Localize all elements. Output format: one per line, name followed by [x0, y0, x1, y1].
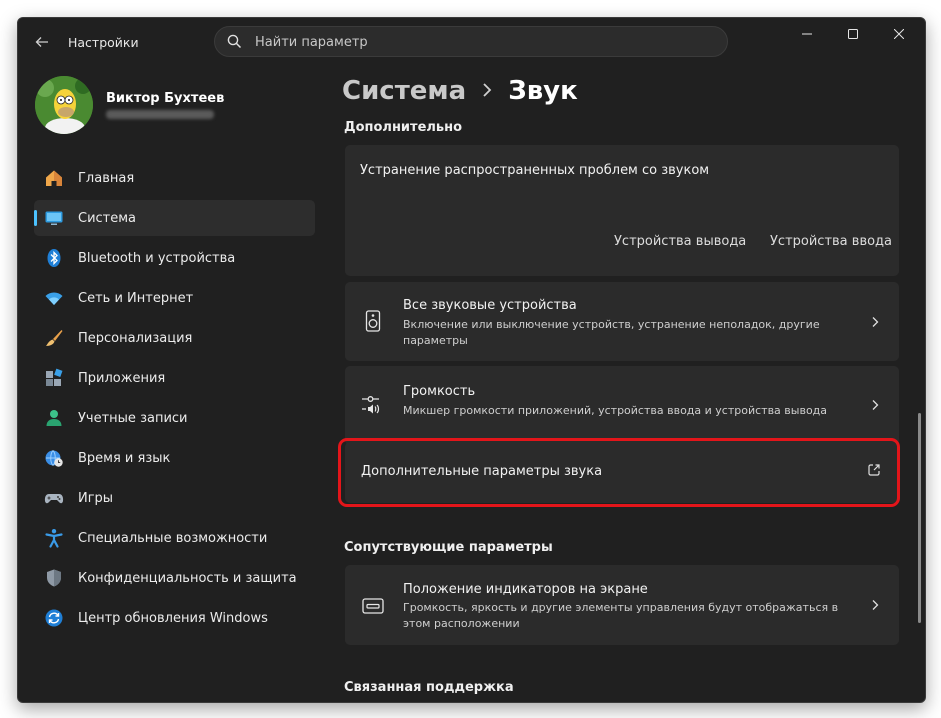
volume-card[interactable]: Громкость Микшер громкости приложений, у…	[345, 366, 899, 445]
all-sound-devices-card[interactable]: Все звуковые устройства Включение или вы…	[345, 282, 899, 361]
sidebar-item-label: Специальные возможности	[78, 530, 268, 546]
minimize-button[interactable]	[784, 18, 830, 50]
wifi-icon	[43, 287, 65, 309]
app-title: Настройки	[68, 35, 139, 50]
external-link-icon	[868, 464, 880, 476]
sidebar-item-system[interactable]: Система	[34, 200, 315, 236]
sidebar-item-label: Главная	[78, 170, 135, 186]
sidebar-item-network[interactable]: Сеть и Интернет	[34, 280, 315, 316]
sidebar-item-label: Учетные записи	[78, 410, 188, 426]
breadcrumb: Система Звук	[342, 76, 578, 106]
sidebar-nav: Главная Система Bluetooth и устройства С…	[34, 160, 315, 640]
speaker-icon	[361, 309, 385, 333]
page-title: Звук	[508, 76, 578, 106]
indicator-position-desc: Громкость, яркость и другие элементы упр…	[403, 601, 839, 630]
update-icon	[43, 607, 65, 629]
volume-desc: Микшер громкости приложений, устройства …	[403, 404, 828, 417]
more-sound-settings-card[interactable]: Дополнительные параметры звука	[345, 442, 899, 503]
sidebar-item-label: Сеть и Интернет	[78, 290, 194, 306]
system-icon	[43, 207, 65, 229]
home-icon	[43, 167, 65, 189]
close-button[interactable]	[876, 18, 922, 50]
sidebar-item-label: Игры	[78, 490, 114, 506]
more-sound-settings-title: Дополнительные параметры звука	[361, 464, 603, 479]
settings-window: Настройки Виктор Бухтеев	[17, 17, 926, 703]
sidebar-item-accounts[interactable]: Учетные записи	[34, 400, 315, 436]
sidebar-item-windows-update[interactable]: Центр обновления Windows	[34, 600, 315, 636]
sidebar-item-label: Приложения	[78, 370, 166, 386]
arrow-left-icon	[35, 37, 48, 47]
sidebar-item-label: Система	[78, 210, 137, 226]
sidebar-item-label: Конфиденциальность и защита	[78, 570, 297, 586]
troubleshoot-title: Устранение распространенных проблем со з…	[360, 163, 710, 178]
search-box[interactable]	[214, 26, 728, 58]
search-icon	[227, 34, 242, 49]
user-email-blurred	[106, 110, 214, 119]
minimize-icon	[802, 33, 812, 35]
bluetooth-icon	[43, 247, 65, 269]
user-name: Виктор Бухтеев	[106, 91, 225, 106]
volume-title: Громкость	[403, 384, 476, 399]
sidebar-item-label: Персонализация	[78, 330, 193, 346]
output-devices-button[interactable]: Устройства вывода	[614, 234, 746, 249]
sidebar-item-apps[interactable]: Приложения	[34, 360, 315, 396]
avatar[interactable]	[35, 76, 93, 134]
maximize-button[interactable]	[830, 18, 876, 50]
sidebar-item-home[interactable]: Главная	[34, 160, 315, 196]
section-title-related-support: Связанная поддержка	[344, 680, 514, 695]
sidebar-item-privacy[interactable]: Конфиденциальность и защита	[34, 560, 315, 596]
sidebar-item-bluetooth[interactable]: Bluetooth и устройства	[34, 240, 315, 276]
sidebar-item-gaming[interactable]: Игры	[34, 480, 315, 516]
search-input[interactable]	[253, 27, 717, 58]
indicator-position-title: Положение индикаторов на экране	[403, 582, 648, 597]
all-sound-devices-desc: Включение или выключение устройств, устр…	[403, 318, 820, 347]
scrollbar-thumb[interactable]	[918, 413, 921, 623]
sidebar-item-time-language[interactable]: Время и язык	[34, 440, 315, 476]
section-title-advanced: Дополнительно	[344, 120, 463, 135]
close-icon	[894, 29, 904, 39]
apps-icon	[43, 367, 65, 389]
sidebar-item-label: Bluetooth и устройства	[78, 250, 236, 266]
breadcrumb-parent[interactable]: Система	[342, 76, 466, 106]
avatar-image	[35, 76, 93, 134]
input-devices-button[interactable]: Устройства ввода	[770, 234, 892, 249]
gamepad-icon	[43, 487, 65, 509]
person-icon	[43, 407, 65, 429]
chevron-right-icon	[872, 317, 879, 327]
sidebar-item-personalization[interactable]: Персонализация	[34, 320, 315, 356]
chevron-right-icon	[872, 600, 879, 610]
chevron-right-icon	[482, 79, 492, 104]
chevron-right-icon	[872, 400, 879, 410]
brush-icon	[43, 327, 65, 349]
accessibility-icon	[43, 527, 65, 549]
sidebar-item-accessibility[interactable]: Специальные возможности	[34, 520, 315, 556]
volume-mixer-icon	[361, 393, 385, 417]
sidebar-item-label: Центр обновления Windows	[78, 610, 268, 626]
screen-indicator-icon	[361, 594, 385, 618]
all-sound-devices-title: Все звуковые устройства	[403, 298, 577, 313]
back-button[interactable]	[30, 30, 54, 54]
shield-icon	[43, 567, 65, 589]
globe-clock-icon	[43, 447, 65, 469]
sidebar-item-label: Время и язык	[78, 450, 171, 466]
maximize-icon	[848, 29, 858, 39]
troubleshoot-card: Устранение распространенных проблем со з…	[345, 145, 899, 276]
section-title-related-settings: Сопутствующие параметры	[344, 540, 553, 555]
indicator-position-card[interactable]: Положение индикаторов на экране Громкост…	[345, 565, 899, 645]
